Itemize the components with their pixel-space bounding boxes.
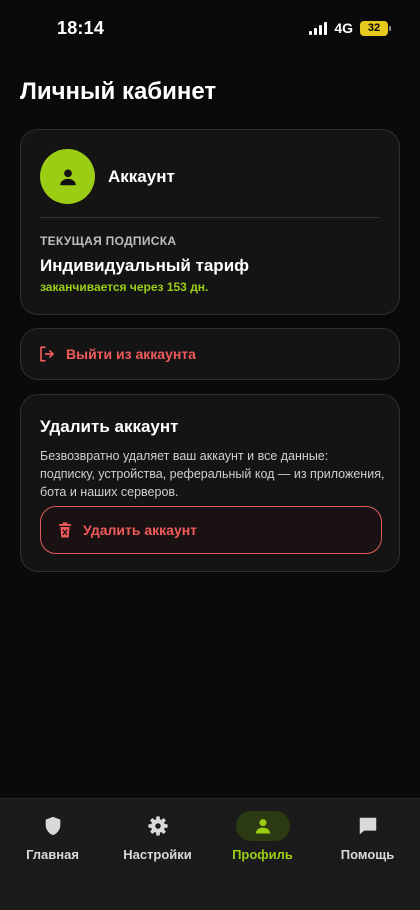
delete-title: Удалить аккаунт: [40, 417, 179, 436]
person-icon: [59, 168, 76, 185]
tab-help[interactable]: Помощь: [315, 799, 420, 879]
avatar: [40, 149, 95, 204]
trash-icon: [59, 522, 71, 538]
person-icon: [255, 819, 270, 834]
page-title: Личный кабинет: [20, 78, 217, 105]
tab-label: Помощь: [340, 847, 395, 862]
status-indicators: 4G 32: [309, 20, 391, 36]
delete-button-label: Удалить аккаунт: [83, 522, 198, 538]
tab-label: Главная: [26, 847, 79, 862]
status-bar: 18:14 4G 32: [0, 0, 420, 56]
tab-label: Профиль: [232, 847, 293, 862]
tab-profile[interactable]: Профиль: [210, 799, 315, 879]
signal-icon: [309, 21, 328, 35]
gear-icon: [147, 816, 168, 836]
subscription-label: ТЕКУЩАЯ ПОДПИСКА: [40, 234, 177, 248]
delete-account-card: Удалить аккаунт Безвозвратно удаляет ваш…: [20, 394, 400, 572]
tab-label: Настройки: [123, 847, 192, 862]
divider: [40, 217, 380, 218]
tab-home[interactable]: Главная: [0, 799, 105, 879]
account-card: Аккаунт ТЕКУЩАЯ ПОДПИСКА Индивидуальный …: [20, 129, 400, 315]
tab-settings[interactable]: Настройки: [105, 799, 210, 879]
expiry-text: заканчивается через 153 дн.: [40, 280, 209, 294]
chat-icon: [359, 817, 376, 835]
shield-icon: [45, 816, 60, 836]
status-time: 18:14: [57, 18, 105, 38]
logout-label: Выйти из аккаунта: [66, 346, 196, 362]
account-name: Аккаунт: [108, 167, 175, 186]
bottom-tab-bar: Главная Настройки Профиль Помощь: [0, 798, 420, 910]
logout-button[interactable]: Выйти из аккаунта: [20, 328, 400, 380]
plan-name: Индивидуальный тариф: [40, 256, 250, 275]
network-type: 4G: [334, 20, 353, 36]
logout-icon: [40, 346, 54, 362]
delete-account-button[interactable]: Удалить аккаунт: [40, 506, 382, 554]
delete-description: Безвозвратно удаляет ваш аккаунт и все д…: [40, 449, 385, 499]
battery-icon: 32: [360, 20, 391, 36]
battery-level: 32: [367, 22, 381, 34]
